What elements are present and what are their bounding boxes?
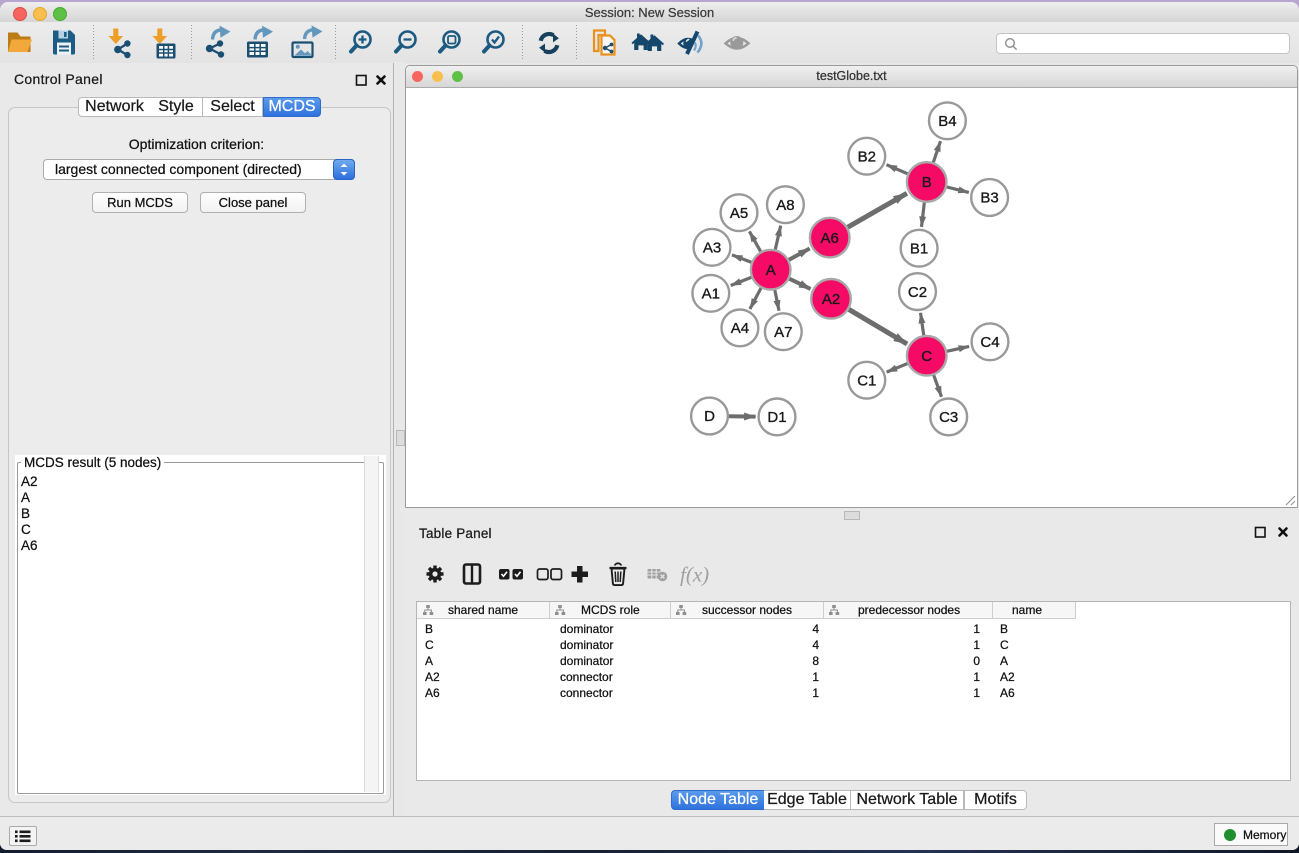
svg-text:A8: A8: [776, 197, 794, 214]
svg-text:C2: C2: [908, 284, 927, 301]
svg-text:A: A: [766, 262, 776, 279]
svg-text:A2: A2: [822, 291, 840, 308]
svg-text:A3: A3: [703, 240, 721, 257]
svg-text:D: D: [704, 408, 715, 425]
svg-text:C: C: [921, 348, 932, 365]
svg-text:D1: D1: [767, 409, 786, 426]
svg-text:B2: B2: [858, 148, 876, 165]
svg-text:C3: C3: [939, 409, 958, 426]
svg-text:C4: C4: [980, 334, 999, 351]
svg-text:B: B: [922, 174, 932, 191]
svg-text:A5: A5: [730, 205, 748, 222]
svg-text:B4: B4: [938, 113, 956, 130]
svg-text:A4: A4: [731, 320, 749, 337]
svg-text:A1: A1: [702, 286, 720, 303]
svg-text:B3: B3: [980, 190, 998, 207]
svg-text:A6: A6: [821, 230, 839, 247]
svg-text:C1: C1: [857, 372, 876, 389]
svg-text:A7: A7: [774, 324, 792, 341]
svg-text:f(x): f(x): [680, 563, 709, 587]
svg-text:B1: B1: [910, 240, 928, 257]
